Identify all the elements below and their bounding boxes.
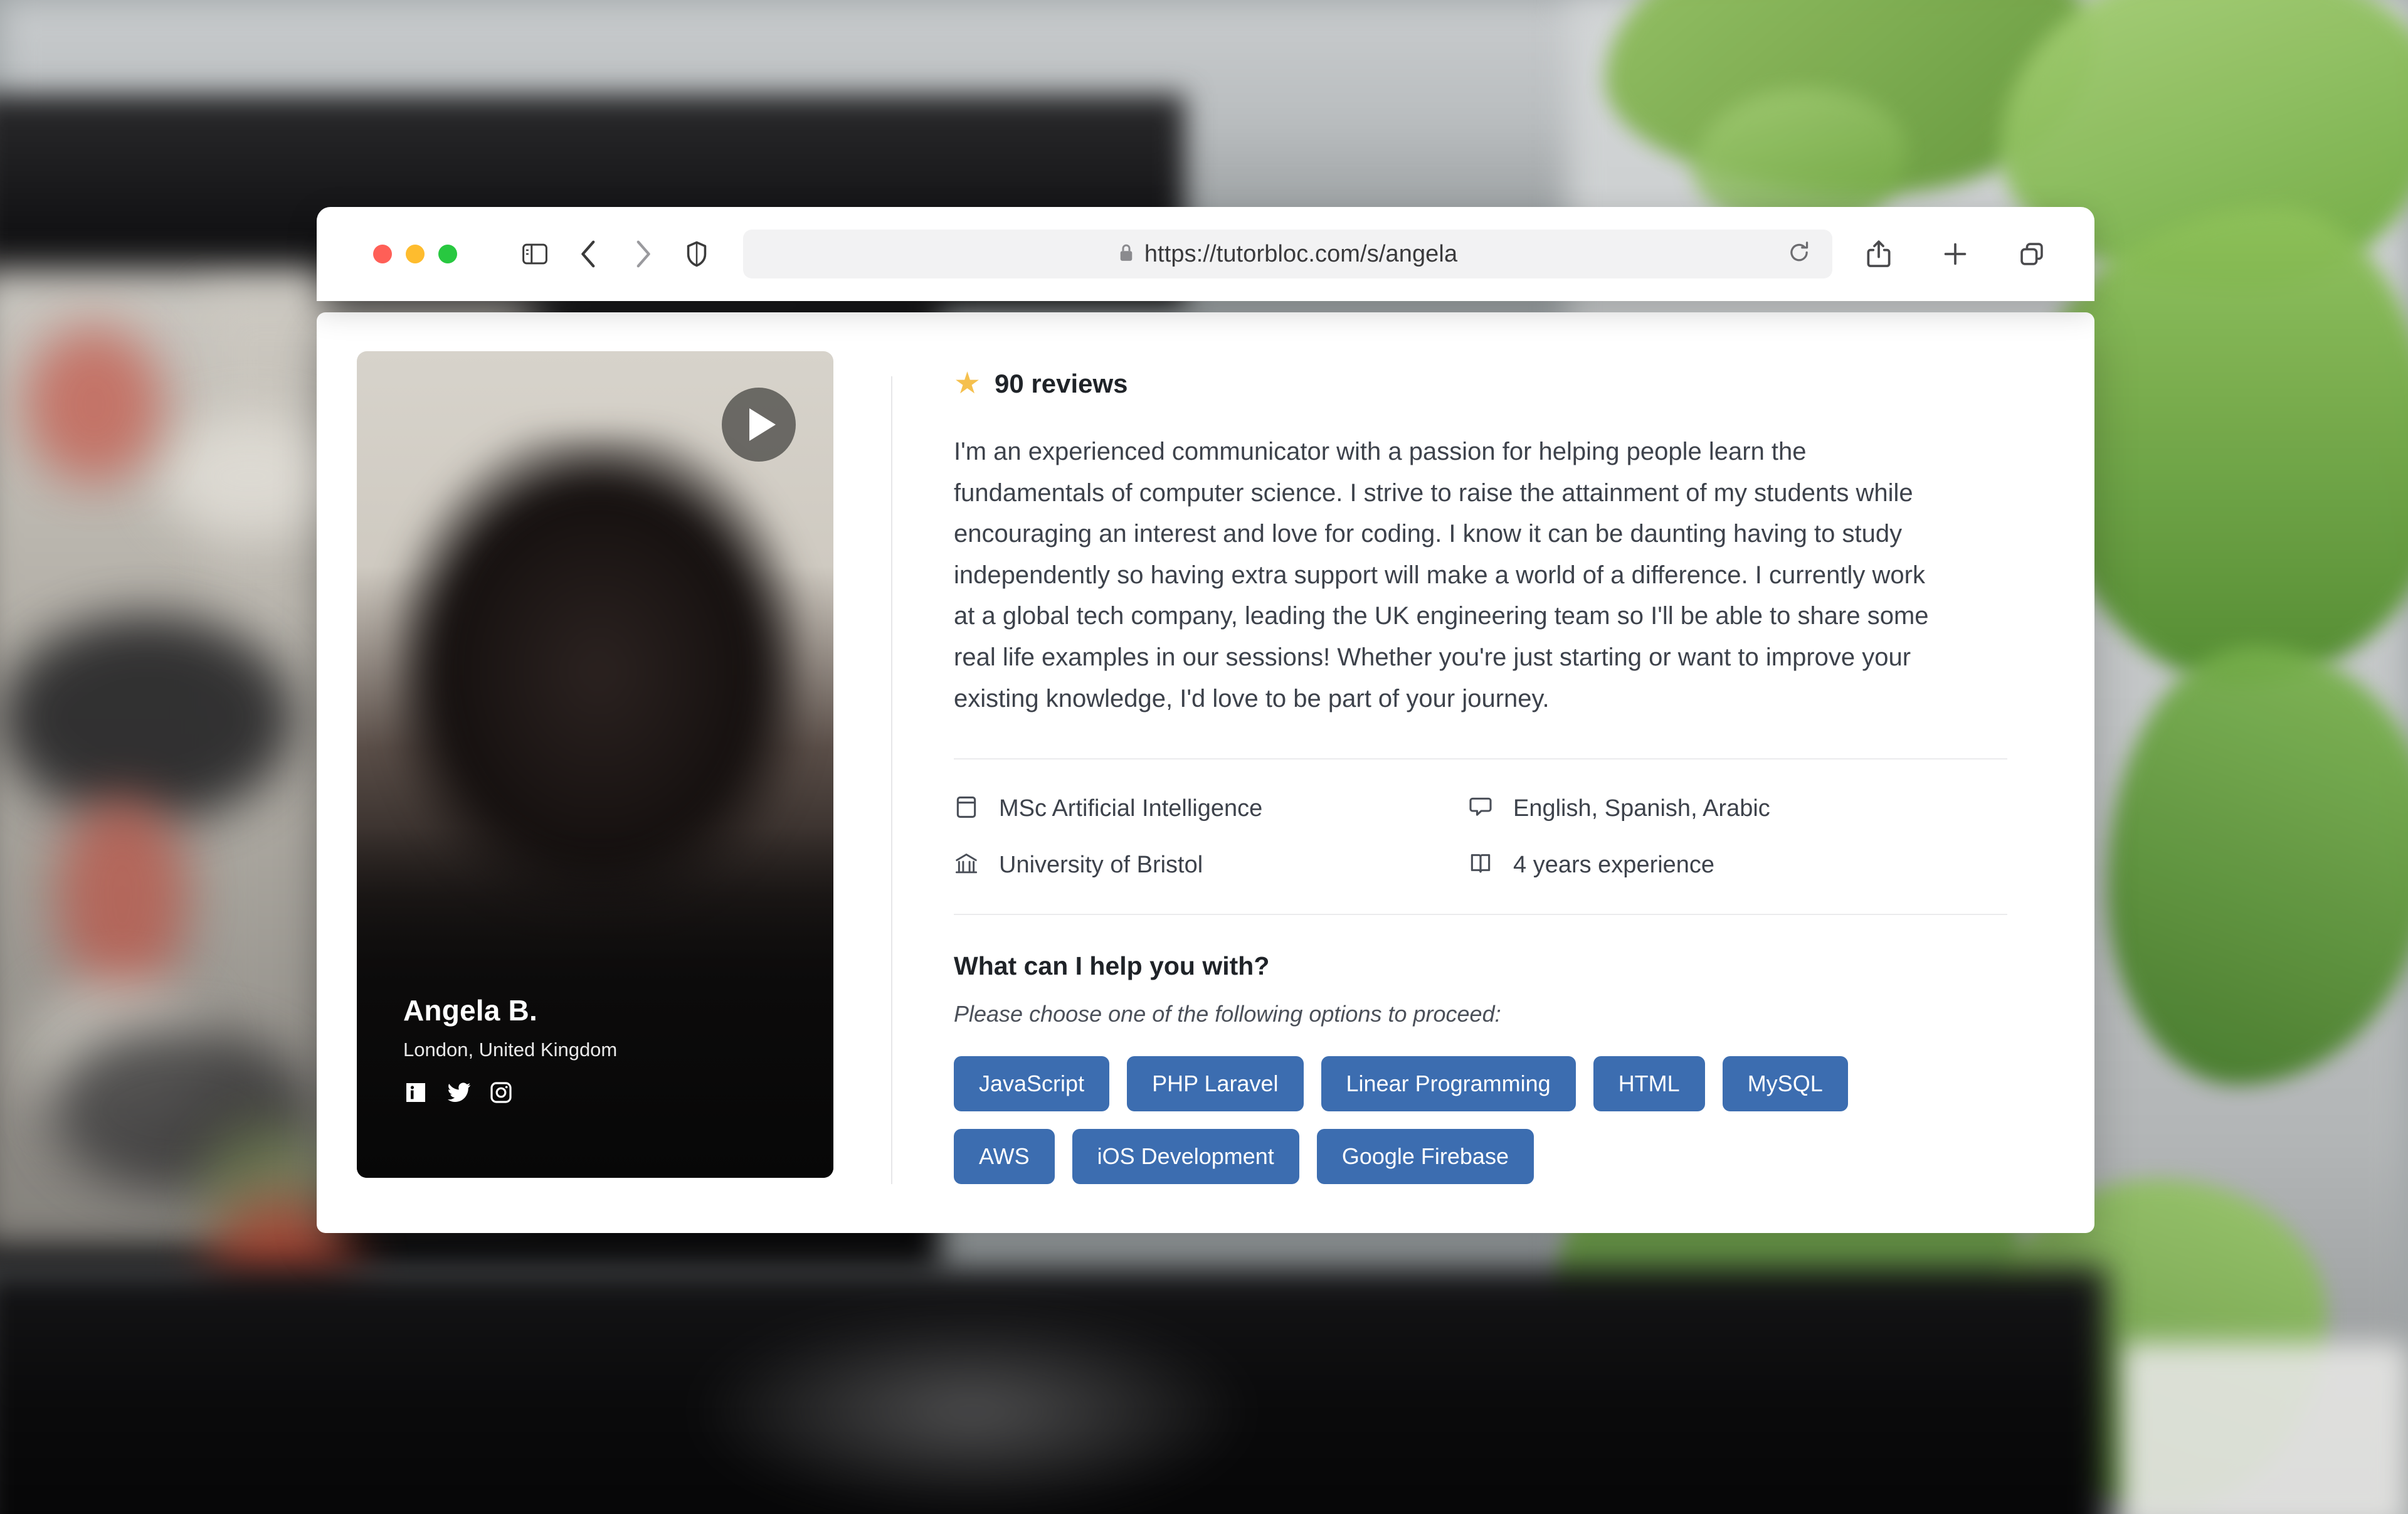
tutor-location: London, United Kingdom (403, 1039, 618, 1061)
social-links (403, 1080, 617, 1105)
close-window-button[interactable] (373, 245, 392, 263)
subject-chip-php-laravel[interactable]: PHP Laravel (1127, 1056, 1304, 1112)
subject-chip-mysql[interactable]: MySQL (1722, 1056, 1848, 1112)
subject-chip-ios-development[interactable]: iOS Development (1072, 1129, 1299, 1185)
info-label-university: University of Bristol (999, 851, 1203, 878)
lock-icon (1118, 243, 1134, 266)
zoom-window-button[interactable] (438, 245, 457, 263)
share-icon[interactable] (1861, 236, 1896, 272)
subject-chip-javascript[interactable]: JavaScript (954, 1056, 1110, 1112)
info-item-university: University of Bristol (954, 851, 1468, 879)
tutor-details: ★ 90 reviews I'm an experienced communic… (892, 351, 2054, 1185)
help-subtitle: Please choose one of the following optio… (954, 1001, 1501, 1027)
certificate-icon (954, 795, 981, 822)
forward-chevron-icon[interactable] (625, 236, 660, 272)
info-label-languages: English, Spanish, Arabic (1513, 795, 1770, 822)
minimize-window-button[interactable] (406, 245, 425, 263)
section-divider-top (954, 758, 2007, 760)
url-bar[interactable]: https://tutorbloc.com/s/angela (743, 230, 1832, 278)
tutor-identity: Angela B. London, United Kingdom (403, 993, 617, 1105)
info-label-experience: 4 years experience (1513, 851, 1715, 878)
tutor-info-grid: MSc Artificial Intelligence English, Spa… (954, 795, 2007, 879)
traffic-lights (373, 245, 457, 263)
subject-chip-aws[interactable]: AWS (954, 1129, 1055, 1185)
url-text: https://tutorbloc.com/s/angela (1144, 240, 1458, 267)
twitter-icon[interactable] (446, 1080, 471, 1105)
star-icon: ★ (954, 367, 981, 400)
info-item-experience: 4 years experience (1468, 851, 2007, 879)
reviews-row: ★ 90 reviews (954, 369, 2054, 399)
browser-toolbar: https://tutorbloc.com/s/angela (317, 207, 2094, 301)
info-item-languages: English, Spanish, Arabic (1468, 795, 2007, 822)
reviews-count-label: 90 reviews (995, 369, 1128, 398)
reload-icon[interactable] (1787, 241, 1811, 268)
play-button[interactable] (722, 388, 796, 462)
play-triangle-icon (749, 408, 776, 441)
speech-bubble-icon (1468, 795, 1496, 822)
tutor-bio: I'm an experienced communicator with a p… (954, 438, 1929, 712)
help-heading: What can I help you with? (954, 951, 1270, 981)
university-icon (954, 851, 981, 879)
subject-options: JavaScript PHP Laravel Linear Programmin… (954, 1056, 1857, 1185)
subject-chip-html[interactable]: HTML (1593, 1056, 1705, 1112)
profile-page-card: Angela B. London, United Kingdom ★ 90 re… (317, 312, 2094, 1234)
subject-chip-google-firebase[interactable]: Google Firebase (1316, 1129, 1534, 1185)
info-item-degree: MSc Artificial Intelligence (954, 795, 1468, 822)
tutor-name: Angela B. (403, 994, 537, 1027)
instagram-icon[interactable] (488, 1080, 514, 1105)
sidebar-icon[interactable] (517, 236, 552, 272)
plus-icon[interactable] (1938, 236, 1973, 272)
back-chevron-icon[interactable] (571, 236, 606, 272)
shield-icon[interactable] (679, 236, 714, 272)
section-divider-bottom (954, 914, 2007, 916)
open-book-icon (1468, 851, 1496, 879)
info-label-degree: MSc Artificial Intelligence (999, 795, 1263, 822)
tutor-video-card[interactable]: Angela B. London, United Kingdom (357, 351, 833, 1178)
subject-chip-linear-programming[interactable]: Linear Programming (1321, 1056, 1576, 1112)
tab-overview-icon[interactable] (2014, 236, 2049, 272)
browser-window: https://tutorbloc.com/s/angela Angela B.… (317, 207, 2094, 1234)
linkedin-icon[interactable] (403, 1080, 428, 1105)
